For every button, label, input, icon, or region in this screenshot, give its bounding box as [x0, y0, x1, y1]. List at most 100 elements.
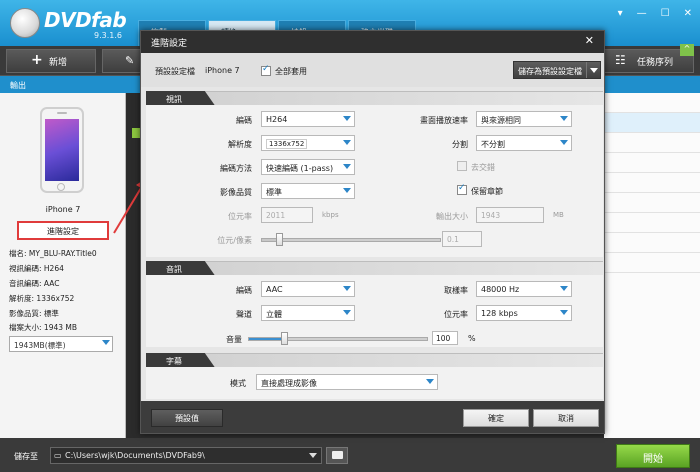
output-size-unit: MB: [553, 211, 564, 219]
audio-bitrate-select[interactable]: 128 kbps: [476, 305, 572, 321]
output-size-label: 輸出大小: [436, 212, 468, 221]
channels-label: 聲道: [236, 310, 252, 319]
chevron-down-icon: [560, 116, 568, 121]
list-item[interactable]: [604, 213, 700, 233]
dialog-footer: 預設值 確定 取消: [141, 401, 604, 433]
apply-all-label: 全部套用: [275, 67, 307, 76]
chevron-down-icon: [343, 188, 351, 193]
chevron-down-icon: [343, 286, 351, 291]
encode-method-select[interactable]: 快速編碼 (1-pass): [261, 159, 355, 175]
output-size-field[interactable]: 1943: [476, 207, 544, 223]
app-version: 9.3.1.6: [94, 31, 122, 40]
task-queue-label: 任務序列: [637, 57, 674, 68]
apply-all-checkbox[interactable]: [261, 64, 271, 76]
size-select[interactable]: 1943MB(標準): [9, 336, 113, 352]
bitrate-field[interactable]: 2011: [261, 207, 313, 223]
quality-label: 影像品質: [220, 188, 252, 197]
edit-button[interactable]: ✎: [102, 49, 142, 73]
resolution-select[interactable]: 1336x752: [261, 135, 355, 151]
chevron-down-icon: [309, 453, 317, 458]
list-item[interactable]: [604, 233, 700, 253]
preset-value: iPhone 7: [205, 66, 240, 75]
bits-per-pixel-label: 位元/像素: [217, 236, 252, 245]
subtitle-mode-label: 模式: [230, 379, 246, 388]
audio-codec-label: 編碼: [236, 286, 252, 295]
minimize-icon[interactable]: —: [637, 8, 647, 19]
menu-icon[interactable]: ▾: [618, 8, 623, 19]
output-profile-panel: iPhone 7 進階設定 檔名: MY_BLU-RAY.Title0 視訊編碼…: [0, 93, 126, 438]
framerate-select[interactable]: 與來源相同: [476, 111, 572, 127]
audio-codec-select[interactable]: AAC: [261, 281, 355, 297]
preset-row: 預設設定檔 iPhone 7 全部套用 儲存為預設設定檔: [141, 53, 604, 87]
iphone-icon: [40, 107, 84, 193]
list-item[interactable]: [604, 173, 700, 193]
close-icon[interactable]: ✕: [585, 34, 594, 47]
chevron-down-icon: [560, 140, 568, 145]
edit-icon: ✎: [125, 54, 135, 67]
deinterlace-checkbox[interactable]: [457, 161, 467, 171]
ok-button[interactable]: 確定: [463, 409, 529, 427]
browse-folder-button[interactable]: [326, 447, 348, 464]
video-codec-select[interactable]: H264: [261, 111, 355, 127]
chevron-down-icon: [102, 340, 110, 345]
advanced-settings-button[interactable]: 進階設定: [17, 221, 109, 240]
bits-per-pixel-slider[interactable]: [261, 233, 441, 246]
size-select-value: 1943MB(標準): [14, 341, 66, 350]
volume-unit: %: [468, 334, 476, 343]
chevron-down-icon: [343, 310, 351, 315]
list-item[interactable]: [604, 133, 700, 153]
chevron-down-icon[interactable]: [586, 62, 600, 78]
task-list-icon: ☷: [615, 53, 626, 67]
chevron-down-icon: [560, 310, 568, 315]
maximize-icon[interactable]: ☐: [661, 8, 670, 19]
start-button[interactable]: 開始: [616, 444, 690, 468]
output-path-field[interactable]: ▭ C:\Users\wjk\Documents\DVDFab9\: [50, 447, 322, 464]
close-icon[interactable]: ✕: [684, 8, 692, 19]
cancel-button[interactable]: 取消: [533, 409, 599, 427]
channels-select[interactable]: 立體: [261, 305, 355, 321]
split-select[interactable]: 不分割: [476, 135, 572, 151]
window-controls: ▾ — ☐ ✕: [618, 8, 692, 19]
samplerate-select[interactable]: 48000 Hz: [476, 281, 572, 297]
keep-chapters-checkbox[interactable]: [457, 183, 467, 195]
add-button[interactable]: + 新增: [6, 49, 96, 73]
video-codec-label: 編碼: [236, 116, 252, 125]
list-item[interactable]: [604, 193, 700, 213]
folder-icon: [332, 451, 343, 459]
title-list: [604, 93, 700, 438]
drive-icon: ▭: [54, 451, 62, 460]
preset-label: 預設設定檔: [155, 67, 195, 76]
chevron-down-icon: [343, 116, 351, 121]
list-item[interactable]: [604, 153, 700, 173]
list-item[interactable]: [604, 253, 700, 273]
split-label: 分割: [452, 140, 468, 149]
samplerate-label: 取樣率: [444, 286, 468, 295]
video-panel: 編碼 H264 解析度 1336x752 編碼方法 快速編碼 (1-pass) …: [146, 105, 603, 257]
volume-slider[interactable]: [248, 332, 428, 345]
chevron-down-icon: [343, 164, 351, 169]
chevron-down-icon: [426, 379, 434, 384]
default-button[interactable]: 預設值: [151, 409, 223, 427]
encode-method-label: 編碼方法: [220, 164, 252, 173]
save-to-label: 儲存至: [14, 452, 38, 461]
subtitle-mode-select[interactable]: 直接處理成影像: [256, 374, 438, 390]
volume-field[interactable]: 100: [432, 331, 458, 345]
bottom-bar: 儲存至 ▭ C:\Users\wjk\Documents\DVDFab9\ 開始: [0, 438, 700, 472]
list-item[interactable]: [604, 93, 700, 113]
collapse-icon[interactable]: ^: [680, 44, 694, 56]
audio-section-header: 音訊: [146, 261, 603, 277]
slider-thumb[interactable]: [276, 233, 283, 246]
status-indicator: [132, 128, 140, 138]
info-video-codec: 視訊編碼: H264: [9, 264, 64, 273]
save-preset-button[interactable]: 儲存為預設設定檔: [513, 61, 601, 79]
quality-select[interactable]: 標準: [261, 183, 355, 199]
slider-thumb[interactable]: [281, 332, 288, 345]
output-path-value: C:\Users\wjk\Documents\DVDFab9\: [65, 451, 205, 460]
device-name: iPhone 7: [45, 205, 81, 214]
info-audio-codec: 音訊編碼: AAC: [9, 279, 60, 288]
bits-per-pixel-field[interactable]: 0.1: [442, 231, 482, 247]
list-item[interactable]: [604, 113, 700, 133]
video-section-header: 視訊: [146, 91, 603, 107]
subtitle-panel: 模式 直接處理成影像: [146, 367, 603, 399]
info-filename: 檔名: MY_BLU-RAY.Title0: [9, 249, 97, 258]
